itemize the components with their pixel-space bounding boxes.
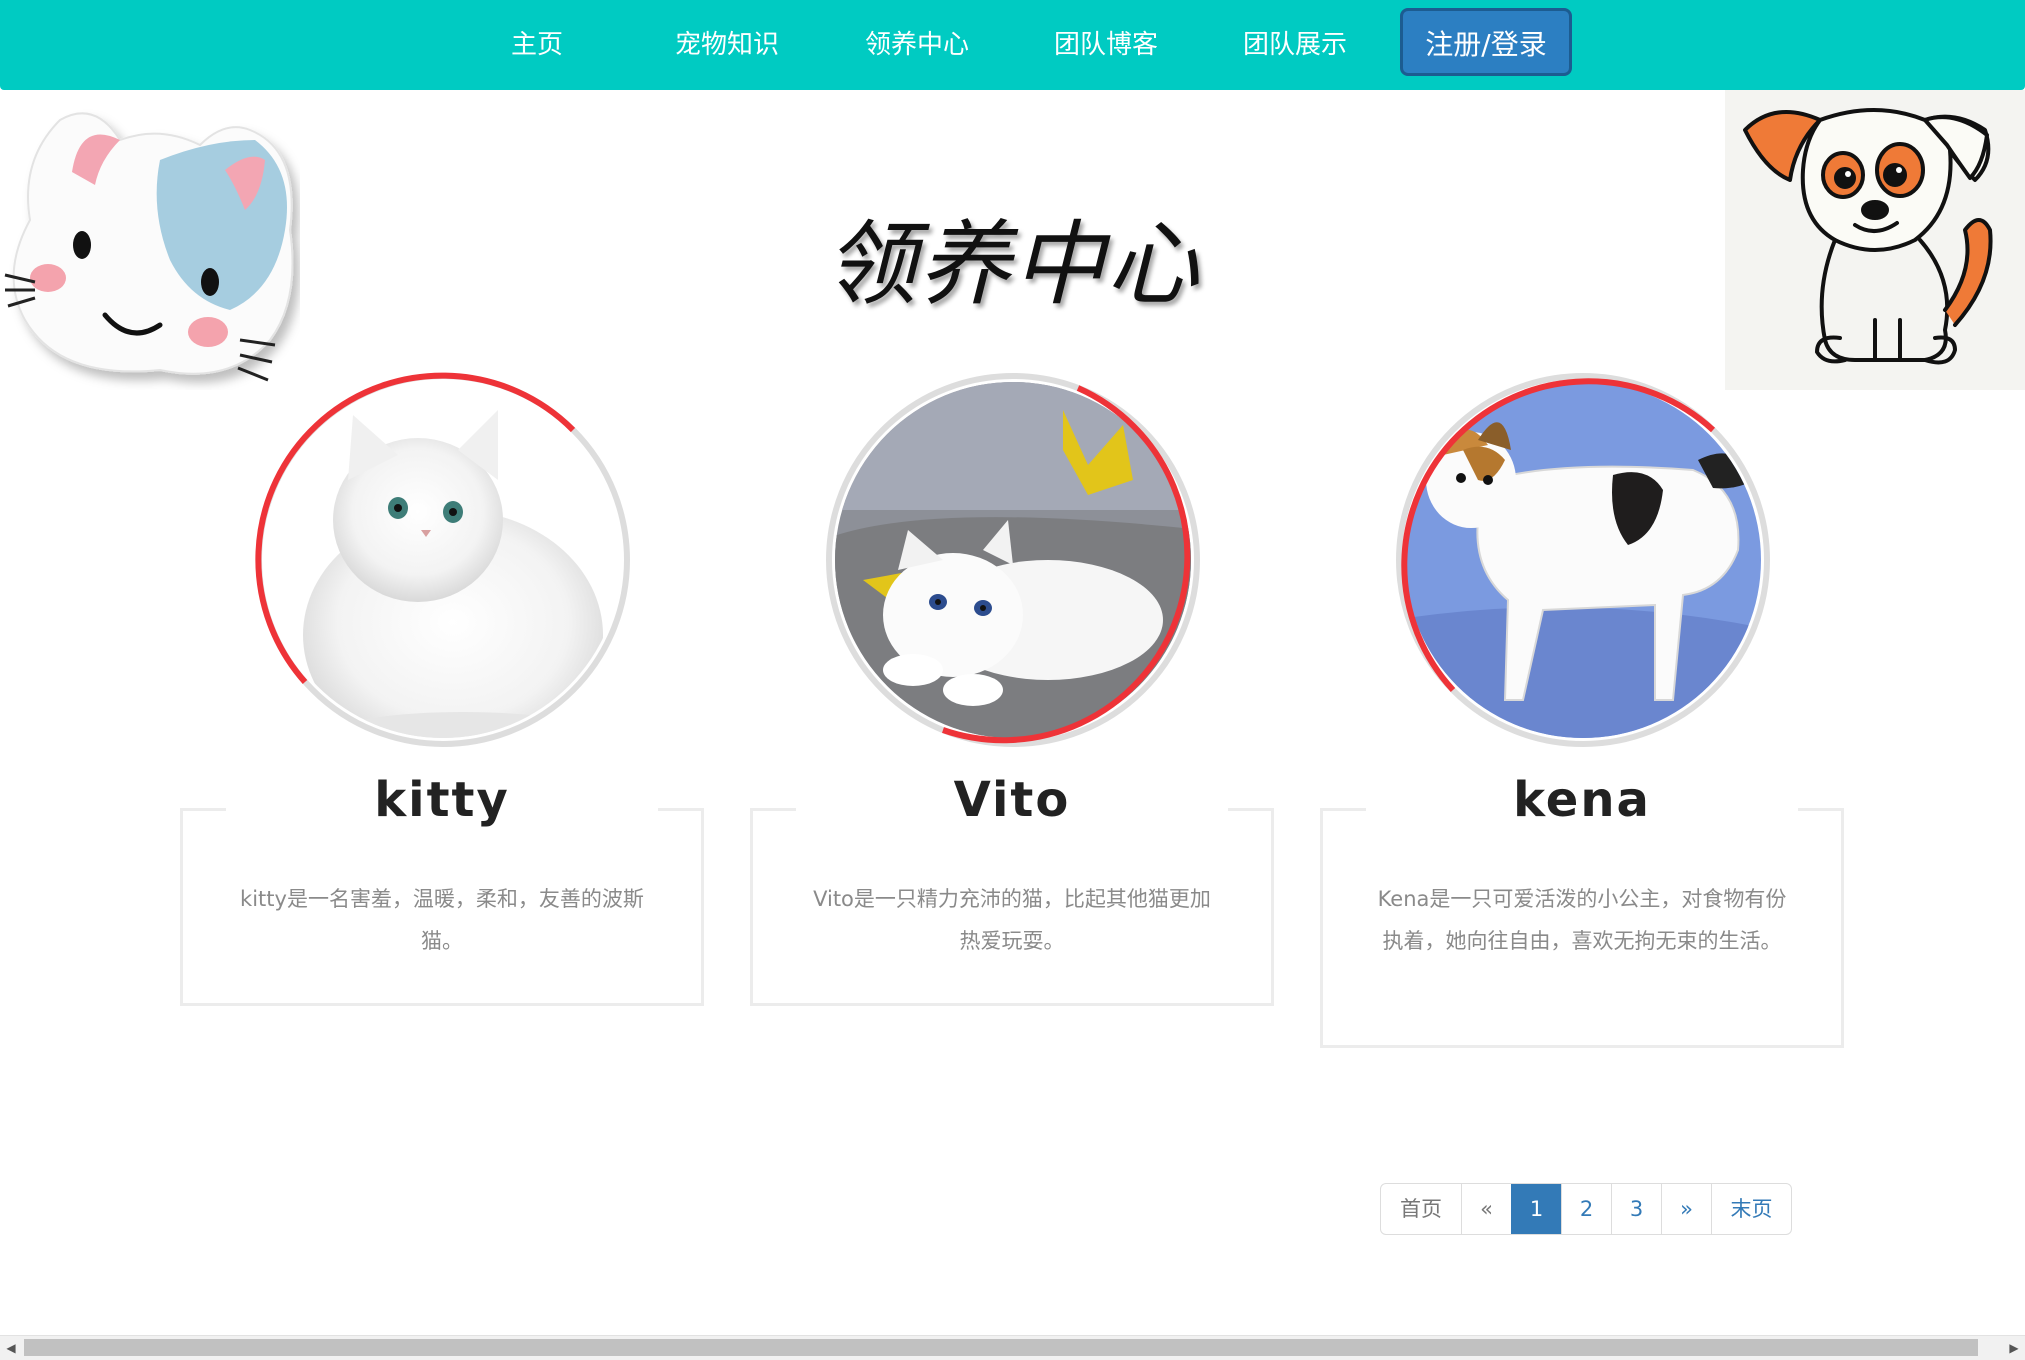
pagination: 首页 « 1 2 3 » 末页 [1380, 1183, 1792, 1235]
pagination-page-1[interactable]: 1 [1511, 1184, 1561, 1234]
pagination-next-button[interactable]: » [1661, 1184, 1711, 1234]
scroll-right-arrow-icon[interactable]: ▶ [2003, 1336, 2025, 1360]
pet-description: kitty是一名害羞，温暖，柔和，友善的波斯猫。 [240, 887, 644, 953]
pet-description: Vito是一只精力充沛的猫，比起其他猫更加热爱玩耍。 [813, 887, 1211, 953]
nav-item-home[interactable]: 主页 [462, 0, 612, 90]
pet-photo-kitty[interactable] [253, 370, 633, 750]
pagination-prev-button[interactable]: « [1461, 1184, 1511, 1234]
pagination-page-2[interactable]: 2 [1561, 1184, 1611, 1234]
scroll-left-arrow-icon[interactable]: ◀ [0, 1336, 22, 1360]
pet-card-kena: kena Kena是一只可爱活泼的小公主，对食物有份执着，她向往自由，喜欢无拘无… [1320, 772, 1844, 1048]
pagination-first-button[interactable]: 首页 [1381, 1184, 1461, 1234]
page-title: 领养中心 [824, 211, 1201, 318]
nav-item-team-blog[interactable]: 团队博客 [1031, 0, 1181, 90]
horizontal-scrollbar[interactable]: ◀ ▶ [0, 1335, 2025, 1360]
pet-photo-kena[interactable] [1393, 370, 1773, 750]
pet-photo-vito[interactable] [823, 370, 1203, 750]
pagination-last-button[interactable]: 末页 [1711, 1184, 1791, 1234]
pet-name[interactable]: kitty [183, 772, 701, 828]
pagination-page-3[interactable]: 3 [1611, 1184, 1661, 1234]
pet-name[interactable]: Vito [753, 772, 1271, 828]
login-register-button[interactable]: 注册/登录 [1400, 8, 1572, 76]
pet-card-vito: Vito Vito是一只精力充沛的猫，比起其他猫更加热爱玩耍。 [750, 772, 1274, 1006]
top-navbar: 主页 宠物知识 领养中心 团队博客 团队展示 注册/登录 [0, 0, 2025, 90]
pet-description: Kena是一只可爱活泼的小公主，对食物有份执着，她向往自由，喜欢无拘无束的生活。 [1377, 887, 1787, 953]
scrollbar-thumb[interactable] [24, 1339, 1978, 1356]
nav-item-adoption-center[interactable]: 领养中心 [842, 0, 992, 90]
pet-card-kitty: kitty kitty是一名害羞，温暖，柔和，友善的波斯猫。 [180, 772, 704, 1006]
nav-item-team-showcase[interactable]: 团队展示 [1220, 0, 1370, 90]
nav-item-pet-knowledge[interactable]: 宠物知识 [652, 0, 802, 90]
pet-name[interactable]: kena [1323, 772, 1841, 828]
